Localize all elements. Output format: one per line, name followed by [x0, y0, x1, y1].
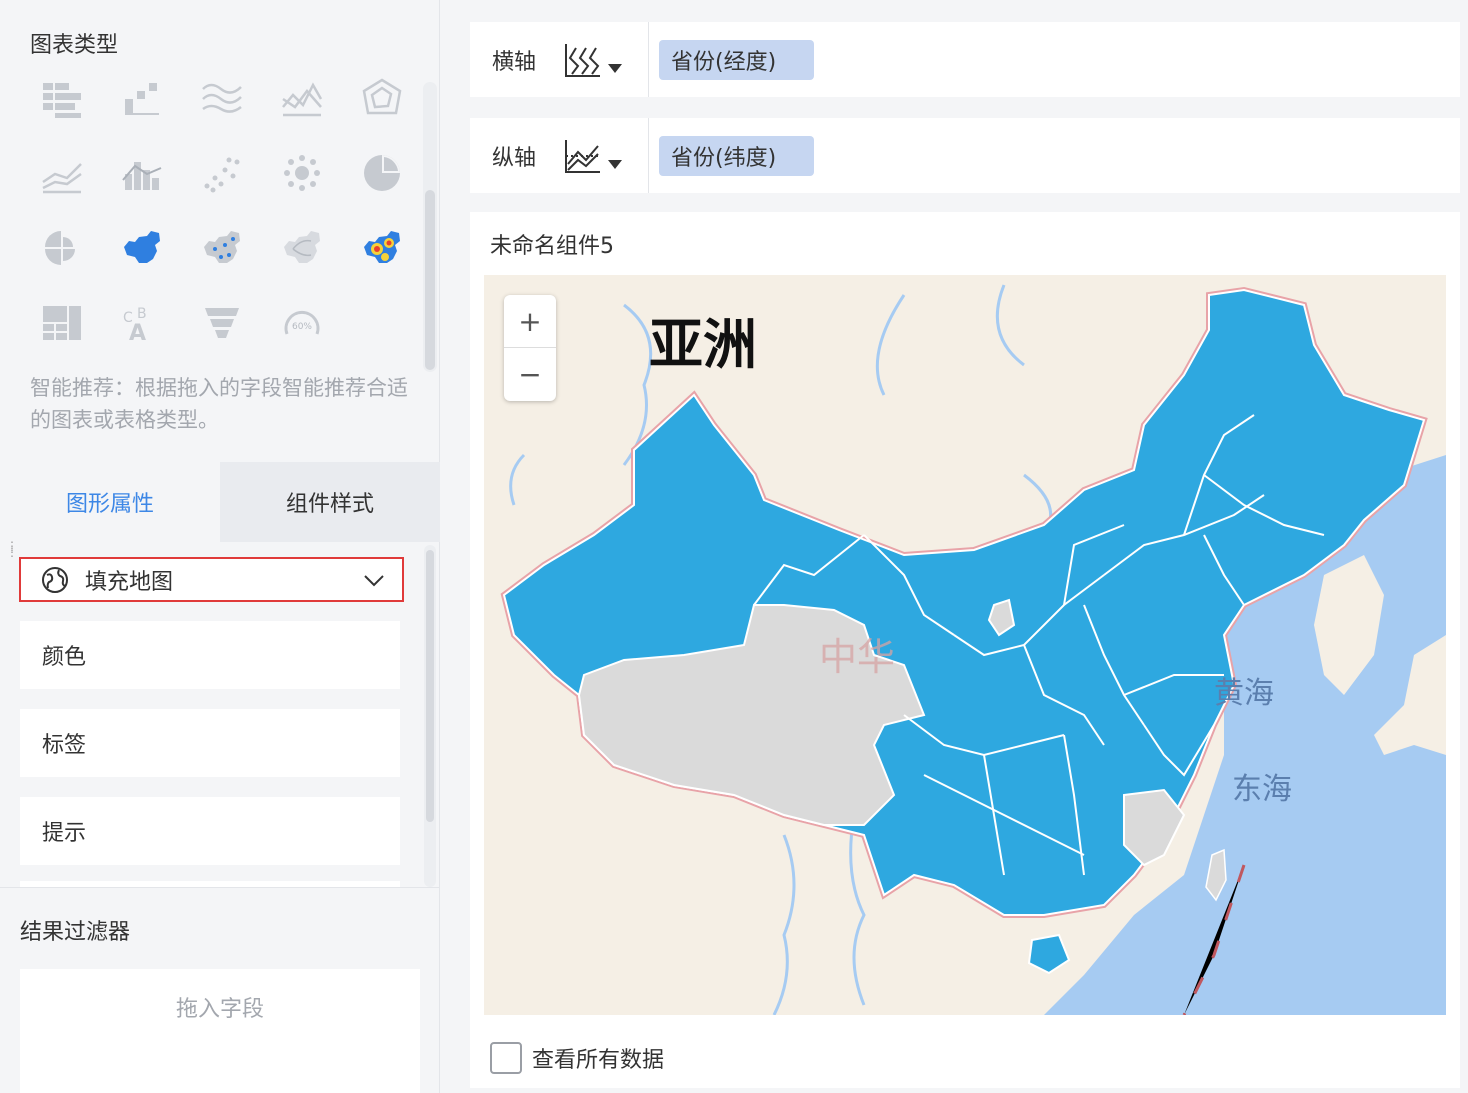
area-line-icon[interactable]: [182, 68, 262, 128]
flow-map-icon[interactable]: [262, 218, 342, 278]
x-axis-bar: 横轴 省份(经度): [470, 22, 1460, 97]
chart-types-scrollbar[interactable]: [425, 190, 435, 370]
pie-icon[interactable]: [342, 143, 422, 203]
divider: [0, 887, 440, 888]
x-axis-label: 横轴: [492, 49, 537, 75]
point-map-icon[interactable]: [182, 218, 262, 278]
filled-map-icon[interactable]: [102, 218, 182, 278]
widget-title[interactable]: 未命名组件5: [490, 228, 614, 260]
heat-map-icon[interactable]: [342, 218, 422, 278]
svg-text:中华: 中华: [819, 635, 895, 679]
bubble-icon[interactable]: [262, 143, 342, 203]
chart-type-grid: CBA 60%: [22, 68, 422, 368]
svg-text:60%: 60%: [292, 322, 312, 332]
rose-pie-icon[interactable]: [22, 218, 102, 278]
props-scrollbar[interactable]: [426, 550, 434, 822]
caret-down-icon: [608, 63, 622, 73]
y-axis-type-selector[interactable]: [562, 136, 632, 176]
multi-line-icon[interactable]: [22, 143, 102, 203]
y-axis-field-pill[interactable]: 省份(纬度): [659, 135, 815, 176]
svg-text:A: A: [129, 321, 146, 344]
y-axis-label: 纵轴: [492, 145, 537, 171]
funnel-icon[interactable]: [182, 293, 262, 353]
smart-recommend-hint: 智能推荐：根据拖入的字段智能推荐合适的图表或表格类型。: [30, 376, 408, 432]
svg-text:亚洲: 亚洲: [649, 313, 757, 376]
map-widget: 未命名组件5 亚洲 中华 黄海 东海 + − 查看所有数据: [470, 212, 1460, 1088]
caret-down-icon: [608, 159, 622, 169]
chart-subtype-dropdown[interactable]: 填充地图: [19, 557, 404, 602]
cross-table-icon[interactable]: [102, 68, 182, 128]
line-icon[interactable]: [262, 68, 342, 128]
globe-icon: [42, 566, 68, 593]
svg-text:B: B: [137, 306, 147, 322]
chart-subtype-label: 填充地图: [85, 569, 174, 595]
property-tabs: 图形属性 组件样式: [0, 462, 440, 542]
prop-color[interactable]: 颜色: [20, 621, 400, 689]
bar-combo-icon[interactable]: [102, 143, 182, 203]
svg-text:黄海: 黄海: [1214, 676, 1274, 711]
view-all-data-checkbox[interactable]: [490, 1042, 522, 1074]
longitude-axis-icon: [565, 43, 600, 77]
svg-text:东海: 东海: [1232, 772, 1292, 807]
x-axis-type-selector[interactable]: [562, 40, 632, 80]
filled-map[interactable]: 亚洲 中华 黄海 东海 + −: [484, 275, 1446, 1015]
latitude-axis-icon: [565, 139, 600, 173]
filter-drop-zone[interactable]: 拖入字段: [20, 969, 420, 1093]
tab-graphic-props[interactable]: 图形属性: [0, 462, 220, 542]
chart-type-title: 图表类型: [30, 33, 119, 58]
view-all-data-label[interactable]: 查看所有数据: [532, 1042, 664, 1074]
gauge-icon[interactable]: 60%: [262, 293, 342, 353]
drop-placeholder: 拖入字段: [175, 997, 264, 1022]
view-all-data-row: 查看所有数据: [490, 1042, 664, 1074]
zoom-control: + −: [504, 295, 556, 401]
x-axis-field-pill[interactable]: 省份(经度): [659, 39, 815, 80]
prop-tooltip[interactable]: 提示: [20, 797, 400, 865]
map-canvas[interactable]: 亚洲 中华 黄海 东海: [484, 275, 1446, 1015]
word-cloud-icon[interactable]: CBA: [102, 293, 182, 353]
zoom-in-button[interactable]: +: [504, 295, 556, 348]
tab-component-style[interactable]: 组件样式: [220, 462, 440, 542]
drag-handle-icon[interactable]: ⋮ ⋮: [6, 540, 18, 569]
scatter-icon[interactable]: [182, 143, 262, 203]
chevron-down-icon: [364, 574, 384, 586]
kpi-block-icon[interactable]: [22, 293, 102, 353]
result-filter-title: 结果过滤器: [20, 920, 131, 945]
left-panel: 图表类型 C B A 60% 智能推荐：根据拖入的字段智能推荐合适的图表或表格类…: [0, 0, 440, 1093]
radar-icon[interactable]: [342, 68, 422, 128]
zoom-out-button[interactable]: −: [504, 348, 556, 401]
grouped-table-icon[interactable]: [22, 68, 102, 128]
prop-label[interactable]: 标签: [20, 709, 400, 777]
y-axis-bar: 纵轴 省份(纬度): [470, 118, 1460, 193]
